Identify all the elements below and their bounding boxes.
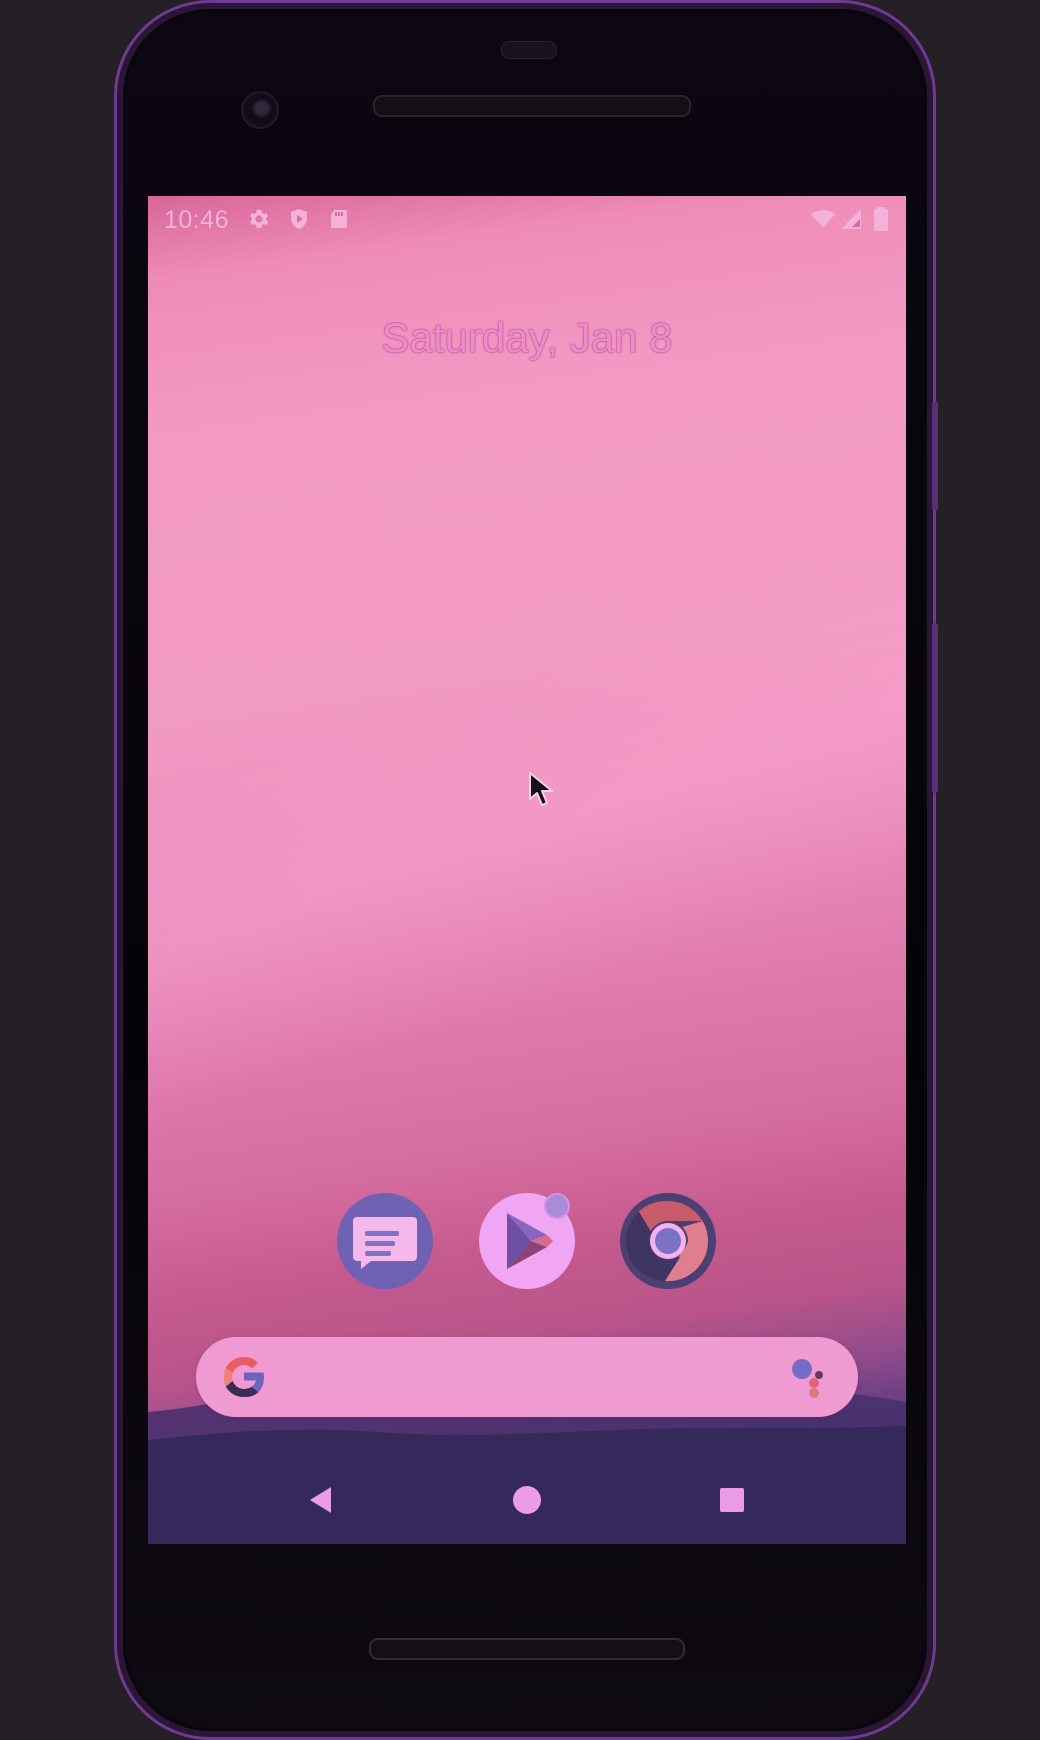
assistant-dots-icon bbox=[792, 1359, 823, 1398]
chrome-icon bbox=[625, 1200, 709, 1282]
sd-card-icon bbox=[326, 206, 352, 232]
home-button[interactable] bbox=[499, 1472, 555, 1528]
home-date-label[interactable]: Saturday, Jan 8 bbox=[148, 314, 906, 362]
shield-play-icon bbox=[286, 206, 312, 232]
mouse-pointer-icon bbox=[529, 772, 553, 806]
earpiece-speaker bbox=[373, 95, 691, 117]
volume-button bbox=[932, 401, 938, 511]
bottom-speaker bbox=[369, 1638, 685, 1660]
signal-icon bbox=[838, 206, 864, 232]
messages-icon bbox=[353, 1217, 417, 1269]
status-bar: 10:46 bbox=[148, 196, 906, 248]
phone-screen: 10:46 Saturday, Jan 8 bbox=[148, 196, 906, 1544]
chrome-app-button[interactable] bbox=[620, 1193, 716, 1289]
recents-icon bbox=[720, 1488, 744, 1512]
power-button bbox=[932, 623, 938, 793]
navigation-bar bbox=[148, 1454, 906, 1544]
back-icon bbox=[310, 1487, 331, 1513]
recents-button[interactable] bbox=[704, 1472, 760, 1528]
status-time: 10:46 bbox=[164, 206, 230, 234]
messages-app-button[interactable] bbox=[337, 1193, 433, 1289]
search-input[interactable] bbox=[278, 1357, 782, 1399]
notification-badge bbox=[544, 1193, 570, 1219]
home-icon bbox=[513, 1486, 541, 1514]
front-camera bbox=[241, 91, 279, 129]
google-g-icon bbox=[223, 1356, 265, 1398]
back-button[interactable] bbox=[293, 1472, 349, 1528]
wifi-icon bbox=[810, 206, 836, 232]
settings-icon bbox=[246, 206, 272, 232]
top-speaker bbox=[501, 41, 557, 59]
google-search-bar[interactable] bbox=[196, 1337, 858, 1417]
battery-icon bbox=[868, 206, 894, 232]
wallpaper-light-band bbox=[148, 529, 906, 1143]
